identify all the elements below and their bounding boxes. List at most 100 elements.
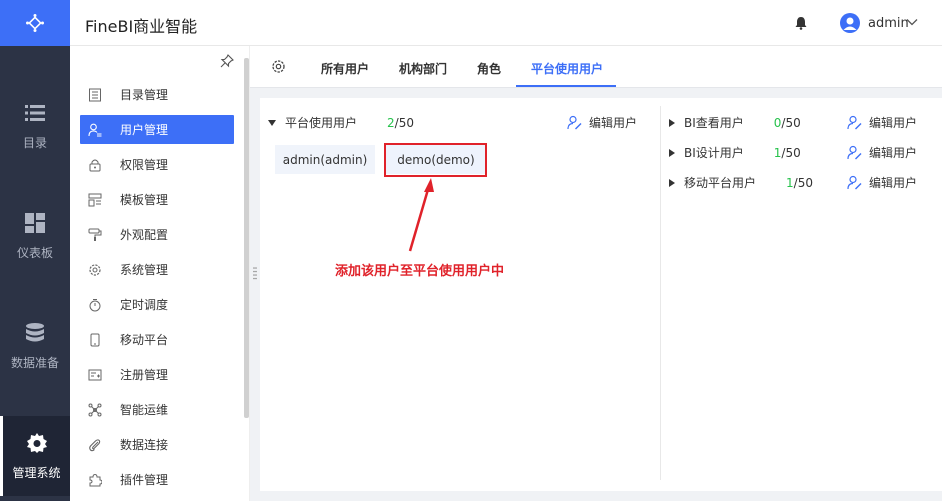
dashboard-icon (25, 212, 45, 233)
submenu-label: 智能运维 (120, 403, 169, 417)
app-title: FineBI商业智能 (85, 17, 198, 36)
caret-right-icon (669, 118, 675, 127)
admin-submenu: 目录管理 用户管理 权限管理 模板管理 外观配置 系统管理 定时调度 移动平台 … (70, 46, 250, 501)
submenu-label: 系统管理 (120, 263, 169, 277)
edit-users-label: 编辑用户 (869, 176, 918, 190)
annotation-arrow-icon (408, 178, 434, 252)
submenu-label: 注册管理 (120, 368, 169, 382)
submenu-item-schedule[interactable]: 定时调度 (80, 290, 234, 319)
tab-all-users[interactable]: 所有用户 (321, 60, 369, 77)
caret-right-icon (669, 148, 675, 157)
group-count: 2 (387, 115, 395, 130)
top-header: FineBI商业智能 admin (70, 0, 942, 46)
submenu-item-permission[interactable]: 权限管理 (80, 150, 234, 179)
edit-users-label: 编辑用户 (589, 116, 638, 130)
rail-item-dashboard[interactable]: 仪表板 (0, 196, 70, 276)
tab-roles[interactable]: 角色 (477, 60, 501, 77)
gear-icon (89, 263, 101, 276)
group-label: 移动平台用户 (684, 176, 757, 190)
submenu-item-template[interactable]: 模板管理 (80, 185, 234, 214)
lock-icon (89, 159, 101, 171)
submenu-item-system[interactable]: 系统管理 (80, 255, 234, 284)
group-label: BI查看用户 (684, 116, 744, 130)
submenu-label: 外观配置 (120, 228, 169, 242)
column-divider (660, 106, 661, 480)
edit-users-button[interactable]: 编辑用户 (847, 114, 917, 131)
platform-users-group-header[interactable]: 平台使用用户 2/50 (268, 114, 414, 131)
submenu-item-catalog[interactable]: 目录管理 (80, 80, 234, 109)
paperclip-icon (89, 438, 101, 451)
group-label: BI设计用户 (684, 146, 744, 160)
caret-right-icon (669, 178, 675, 187)
edit-user-icon (847, 175, 862, 190)
annotation-highlight-box (384, 143, 487, 177)
submenu-item-data-connection[interactable]: 数据连接 (80, 430, 234, 459)
bi-viewer-group-header[interactable]: BI查看用户 0/50 (669, 114, 801, 131)
edit-users-button[interactable]: 编辑用户 (847, 144, 917, 161)
rail-item-admin-system[interactable]: 管理系统 (0, 416, 70, 496)
timer-icon (89, 298, 101, 311)
edit-users-button[interactable]: 编辑用户 (847, 174, 917, 191)
tab-platform-users[interactable]: 平台使用用户 (531, 60, 603, 77)
bi-designer-group-header[interactable]: BI设计用户 1/50 (669, 144, 801, 161)
bell-icon[interactable] (794, 16, 808, 30)
group-count: 1 (786, 175, 794, 190)
rail-item-data-prep[interactable]: 数据准备 (0, 306, 70, 386)
submenu-label: 移动平台 (120, 333, 169, 347)
edit-users-button[interactable]: 编辑用户 (567, 114, 637, 131)
app-rail: 目录 仪表板 数据准备 管理系统 (0, 0, 70, 501)
rail-label: 数据准备 (10, 355, 59, 370)
database-icon (26, 322, 44, 341)
submenu-item-register[interactable]: 注册管理 (80, 360, 234, 389)
chevron-down-icon[interactable] (906, 17, 918, 27)
group-total: /50 (781, 145, 801, 160)
list-icon (25, 104, 45, 121)
group-total: /50 (793, 175, 813, 190)
paint-roller-icon (88, 228, 102, 241)
rail-item-catalog[interactable]: 目录 (0, 86, 70, 166)
puzzle-icon (89, 473, 102, 486)
submenu-label: 数据连接 (120, 438, 169, 452)
pin-icon[interactable] (220, 54, 234, 68)
submenu-item-appearance[interactable]: 外观配置 (80, 220, 234, 249)
gear-icon (26, 432, 47, 453)
edit-users-label: 编辑用户 (869, 146, 918, 160)
splitter-handle-icon[interactable] (253, 266, 257, 280)
rail-label: 目录 (22, 135, 47, 150)
settings-gear-icon[interactable] (271, 59, 286, 74)
submenu-scrollbar[interactable] (244, 58, 249, 418)
mobile-users-group-header[interactable]: 移动平台用户 1/50 (669, 174, 813, 191)
submenu-label: 模板管理 (120, 193, 169, 207)
group-total: /50 (781, 115, 801, 130)
submenu-item-ops[interactable]: 智能运维 (80, 395, 234, 424)
avatar[interactable] (840, 13, 860, 33)
app-logo[interactable] (0, 0, 70, 46)
edit-user-icon (847, 115, 862, 130)
caret-down-icon (268, 119, 276, 126)
user-name[interactable]: admin (868, 16, 909, 31)
user-avatar-icon (843, 17, 857, 30)
group-count: 1 (773, 145, 782, 160)
user-groups-panel: 平台使用用户 2/50 编辑用户 admin(admin) demo(demo)… (260, 98, 942, 491)
annotation-text: 添加该用户至平台使用用户中 (335, 264, 505, 279)
submenu-label: 插件管理 (120, 473, 169, 487)
tab-departments[interactable]: 机构部门 (399, 60, 447, 77)
user-chip-admin[interactable]: admin(admin) (275, 145, 375, 174)
template-icon (88, 193, 102, 206)
edit-user-icon (567, 115, 582, 130)
edit-users-label: 编辑用户 (869, 116, 918, 130)
rail-label: 仪表板 (16, 245, 53, 260)
register-icon (88, 369, 102, 380)
submenu-label: 用户管理 (120, 123, 169, 137)
group-total: /50 (394, 115, 414, 130)
submenu-item-mobile[interactable]: 移动平台 (80, 325, 234, 354)
active-tab-indicator (516, 85, 616, 87)
tab-bar: 所有用户 机构部门 角色 平台使用用户 (250, 46, 942, 88)
submenu-label: 权限管理 (120, 158, 169, 172)
submenu-label: 定时调度 (120, 298, 169, 312)
edit-user-icon (847, 145, 862, 160)
group-label: 平台使用用户 (285, 116, 358, 130)
submenu-item-user-manage[interactable]: 用户管理 (80, 115, 234, 144)
submenu-item-plugin[interactable]: 插件管理 (80, 465, 234, 494)
logo-icon (26, 14, 44, 32)
